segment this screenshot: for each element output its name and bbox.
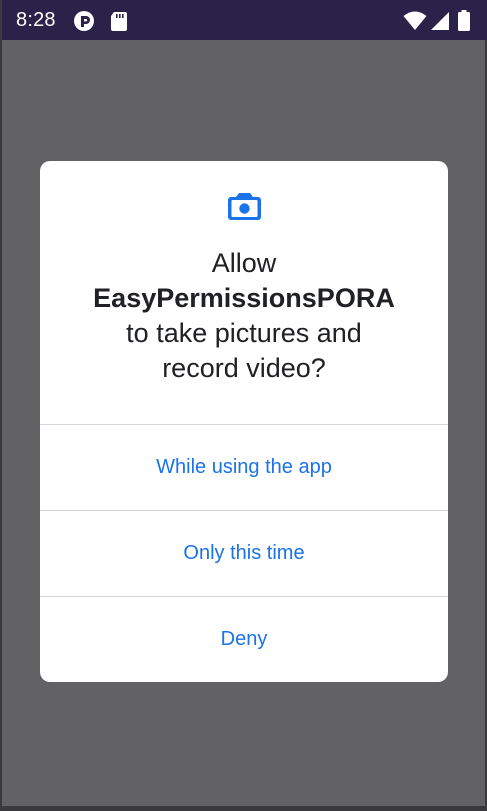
status-time: 8:28 [16, 9, 56, 31]
title-line-action: to take pictures and [126, 318, 362, 348]
battery-icon [458, 10, 470, 31]
only-this-time-label: Only this time [183, 542, 305, 564]
sd-card-icon [111, 12, 127, 31]
permission-dialog: Allow EasyPermissionsPORA to take pictur… [40, 161, 448, 682]
p-circle-icon [74, 11, 94, 31]
deny-label: Deny [220, 628, 268, 650]
app-name: EasyPermissionsPORA [93, 283, 395, 313]
deny-button[interactable]: Deny [40, 597, 448, 682]
while-using-app-label: While using the app [156, 456, 332, 478]
camera-icon [228, 193, 261, 220]
while-using-app-button[interactable]: While using the app [40, 425, 448, 510]
only-this-time-button[interactable]: Only this time [40, 511, 448, 596]
title-line-allow: Allow [211, 248, 277, 278]
title-line-action-cont: record video? [162, 353, 326, 383]
screen-scrim[interactable]: 8:28 Allow EasyPermissionsPORA to take p… [0, 0, 487, 811]
wifi-icon [403, 11, 427, 30]
dialog-title: Allow EasyPermissionsPORA to take pictur… [40, 246, 448, 386]
status-bar: 8:28 [2, 0, 487, 40]
cell-signal-icon [431, 12, 449, 30]
